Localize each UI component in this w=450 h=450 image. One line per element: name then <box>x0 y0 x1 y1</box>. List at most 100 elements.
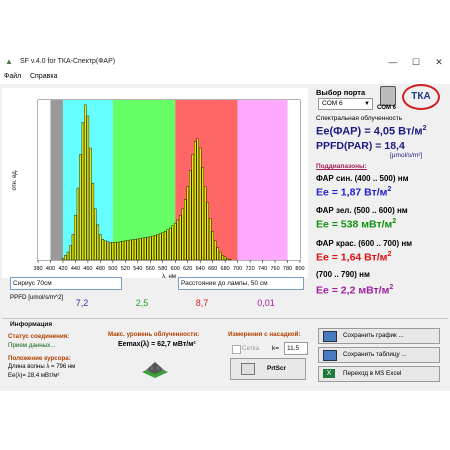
bar-612 <box>181 208 184 261</box>
connection-status-value: Прием данных... <box>8 342 56 349</box>
bar-500 <box>111 242 115 261</box>
bar-540 <box>136 238 140 261</box>
bar-600 <box>174 222 177 261</box>
bar-672 <box>218 251 222 261</box>
k-value-input[interactable]: 11,5 <box>284 342 308 355</box>
chevron-down-icon: ▼ <box>364 101 370 107</box>
bar-436 <box>71 234 75 261</box>
x-axis-label: λ, нм <box>162 274 176 278</box>
spectral-band-0 <box>38 100 51 260</box>
farred-range-value: Ee = 2,2 мВт/м2 <box>316 284 393 297</box>
x-tick-label-740: 740 <box>258 266 267 272</box>
bar-556 <box>146 236 149 261</box>
prtscr-label: PrtScr <box>267 365 286 372</box>
bar-616 <box>184 198 187 261</box>
red-range-value: Ee = 1,64 Вт/м2 <box>316 251 391 264</box>
red-range-value-text: Ee = 1,64 Вт/м <box>316 251 388 264</box>
bar-564 <box>151 235 154 261</box>
maximize-button[interactable]: ☐ <box>405 56 427 68</box>
grid-checkbox[interactable] <box>232 345 241 354</box>
results-panel: Спектральная облученность Ee(ФАР) = 4,05… <box>310 111 444 319</box>
sample-name-input[interactable]: Сириус 70см <box>10 277 122 290</box>
bar-488 <box>104 240 107 261</box>
bar-452 <box>81 122 85 261</box>
ppfd-unit: [µmol/s/m²] <box>390 152 423 159</box>
blue-range-value: Ee = 1,87 Вт/м2 <box>316 186 391 199</box>
bar-560 <box>149 236 152 261</box>
connection-status-label: Статус соединения: <box>8 333 70 340</box>
port-select[interactable]: COM 6 ▼ <box>318 98 373 110</box>
bar-512 <box>119 241 122 261</box>
bar-648 <box>203 186 207 261</box>
bar-572 <box>156 234 159 261</box>
save-table-icon <box>323 350 337 361</box>
bar-676 <box>221 254 224 261</box>
max-irradiance-label: Макс. уровень облученности: <box>108 331 200 338</box>
x-tick-label-440: 440 <box>71 266 80 272</box>
bar-468 <box>91 182 95 261</box>
bar-424 <box>64 254 67 261</box>
menu-help[interactable]: Справка <box>30 73 57 80</box>
x-tick-label-500: 500 <box>108 266 117 272</box>
bar-584 <box>164 230 167 261</box>
bar-548 <box>141 237 144 261</box>
bar-652 <box>206 202 209 261</box>
save-table-button[interactable]: Сохранить таблицу ... <box>318 347 440 363</box>
ppfd-values-row: 7,2 2,5 8,7 0,01 <box>0 292 308 312</box>
bar-460 <box>86 115 90 261</box>
spectrum-chart: 380 400 420 440 460 480 500 520 540 560 580 600 620 6… <box>2 88 308 278</box>
bar-520 <box>124 240 127 261</box>
y-axis-label: отн. ед. <box>12 169 18 190</box>
excel-label: Переход в MS Excel <box>343 370 402 377</box>
distance-field[interactable]: Расстояние до лампы, 50 см <box>178 277 304 290</box>
ppfd-total: PPFD(PAR) = 18,4 <box>316 140 405 152</box>
bar-484 <box>101 238 105 261</box>
fap-irradiance: Ee(ФАР) = 4,05 Вт/м2 <box>316 125 426 138</box>
tka-logo: ТКА <box>402 84 440 110</box>
bar-480 <box>99 234 102 261</box>
bar-576 <box>159 233 162 261</box>
bar-664 <box>213 240 217 261</box>
x-tick-label-620: 620 <box>183 266 192 272</box>
bar-532 <box>131 239 135 261</box>
x-tick-label-800: 800 <box>295 266 304 272</box>
bar-636 <box>196 138 199 261</box>
bar-536 <box>134 238 137 261</box>
x-tick-label-780: 780 <box>283 266 292 272</box>
save-chart-label: Сохранить график ... <box>343 332 404 339</box>
bar-420 <box>61 258 65 261</box>
blue-sup: 2 <box>387 186 392 193</box>
minimize-button[interactable]: — <box>382 56 404 68</box>
x-tick-label-560: 560 <box>146 266 155 272</box>
green-range-value: Ee = 538 мВт/м2 <box>316 218 396 231</box>
x-tick-label-720: 720 <box>246 266 255 272</box>
bar-440 <box>74 214 77 261</box>
spectral-band-6 <box>287 100 300 260</box>
max-irradiance-value: Eemax(λ) = 62,7 мВт/м² <box>118 341 196 348</box>
bar-592 <box>169 227 172 261</box>
bar-508 <box>116 241 120 261</box>
excel-button[interactable]: X Переход в MS Excel <box>318 366 440 382</box>
bar-516 <box>121 240 125 261</box>
title-bar: ▲ SF v.4.0 for ТКА-Спектр(ФАР) — ☐ ✕ <box>0 52 450 73</box>
bar-428 <box>66 251 70 261</box>
bar-476 <box>96 224 100 261</box>
ppfd-green-value: 2,5 <box>135 298 149 308</box>
bar-544 <box>139 238 142 261</box>
bar-604 <box>176 219 179 261</box>
bar-524 <box>126 240 130 261</box>
cursor-irradiance: Ee(λ)= 28,4 мВт/м² <box>8 373 60 379</box>
port-select-value: COM 6 <box>322 100 343 107</box>
ppfd-farred-value: 0,01 <box>257 298 275 308</box>
bar-628 <box>191 154 194 261</box>
save-chart-button[interactable]: Сохранить график ... <box>318 328 440 344</box>
bar-644 <box>201 166 204 261</box>
prtscr-button[interactable]: PrtScr <box>230 358 306 380</box>
blue-range-value-text: Ee = 1,87 Вт/м <box>316 186 388 199</box>
menu-file[interactable]: Файл <box>4 73 21 80</box>
bar-620 <box>186 186 189 261</box>
close-button[interactable]: ✕ <box>428 56 450 68</box>
bar-608 <box>179 214 182 261</box>
subranges-label: Поддиапазоны: <box>316 163 367 170</box>
bar-568 <box>154 234 157 261</box>
